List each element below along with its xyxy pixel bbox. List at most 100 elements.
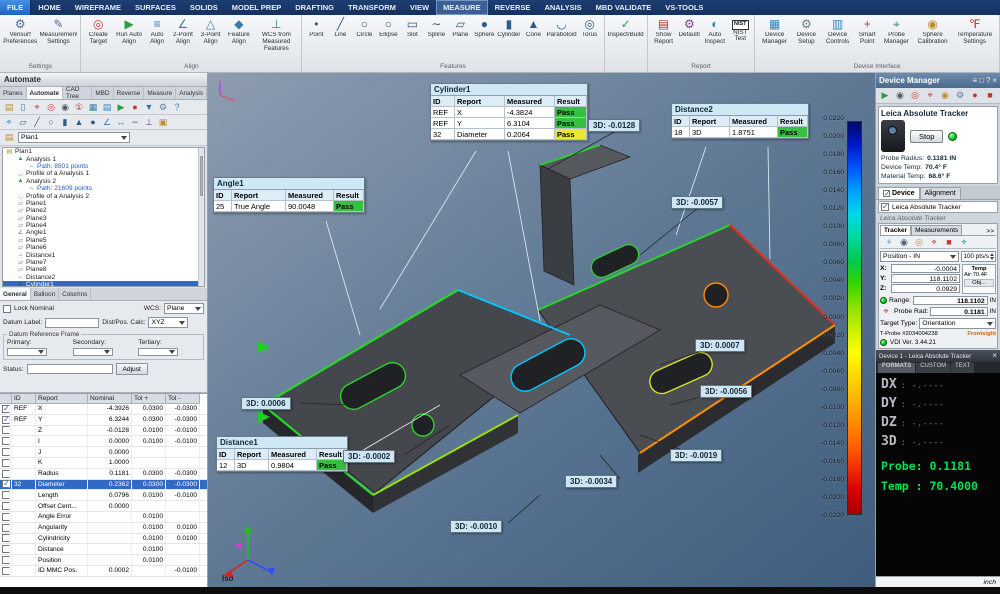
tolerance-table-row[interactable]: REF X -4.3926 0.0300 -0.0300 — [0, 404, 207, 415]
row-checkbox[interactable] — [2, 513, 10, 521]
row-checkbox[interactable] — [2, 426, 10, 434]
row-checkbox[interactable] — [2, 416, 10, 424]
tolerance-table-row[interactable]: REF Y 6.3244 0.0300 -0.0300 — [0, 415, 207, 426]
tolerance-table-row[interactable]: Position 0.0100 — [0, 555, 207, 566]
menu-tab[interactable]: TRANSFORM — [341, 0, 403, 15]
dm-tab[interactable]: Alignment — [920, 187, 961, 199]
stop-button[interactable]: Stop — [910, 130, 943, 143]
ribbon-button[interactable]: ▲Cone — [521, 16, 545, 62]
dm-tab[interactable]: Device — [878, 187, 920, 199]
toolbar-icon[interactable]: ⚙ — [157, 103, 169, 112]
ribbon-button[interactable]: NISTNIST Test — [728, 16, 752, 62]
panel-tab[interactable]: MBD — [92, 87, 113, 99]
callout-angle1[interactable]: Angle1 IDReportMeasuredResult 25True Ang… — [213, 177, 365, 213]
toolbar-icon[interactable]: ? — [171, 103, 183, 112]
toolbar-icon[interactable]: ◉ — [59, 103, 71, 112]
menu-tab[interactable]: DRAFTING — [288, 0, 341, 15]
toolbar-icon[interactable]: ∠ — [101, 118, 113, 127]
device-list-item[interactable]: Leica Absolute Tracker — [879, 202, 997, 212]
panel-tab[interactable]: CAD Tree — [63, 87, 92, 99]
tolerance-table-row[interactable]: Z -0.0128 0.0100 -0.0100 — [0, 426, 207, 437]
ribbon-button[interactable]: ℉Temperature Settings — [952, 16, 997, 62]
toolbar-icon[interactable]: ▦ — [87, 103, 99, 112]
toolbar-icon[interactable]: ⊥ — [143, 118, 155, 127]
ribbon-button[interactable]: ◡Paraboloid — [545, 16, 577, 62]
titlebar-icon[interactable]: × — [992, 77, 997, 85]
ribbon-button[interactable]: ◉Sphere Calibration — [913, 16, 952, 62]
tracker-subtab[interactable]: Tracker — [880, 225, 911, 235]
menu-tab[interactable]: MODEL PREP — [225, 0, 288, 15]
tracker-tool-icon[interactable]: ⌖ — [958, 238, 970, 247]
toolbar-icon[interactable]: ▱ — [17, 118, 29, 127]
row-checkbox[interactable] — [2, 480, 10, 488]
detail-tab[interactable]: General — [0, 288, 31, 300]
ribbon-button[interactable]: ✎Measurement Settings — [38, 16, 78, 62]
secondary-datum-select[interactable] — [73, 348, 113, 356]
tree-item[interactable]: ∼Path: 21609 points — [3, 185, 204, 192]
ribbon-button[interactable]: ▦Device Manager — [757, 16, 792, 62]
menu-tab[interactable]: VIEW — [403, 0, 436, 15]
ribbon-button[interactable]: ○Ellipse — [376, 16, 400, 62]
toolbar-icon[interactable]: ◎ — [45, 103, 57, 112]
viewport-3d[interactable]: Cylinder1 IDReportMeasuredResult REFX-4.… — [208, 73, 875, 587]
dm-toolbar-icon[interactable]: ⚙ — [954, 91, 966, 100]
dro-tab[interactable]: FORMATS — [878, 363, 915, 373]
ribbon-button[interactable]: ▭Slot — [400, 16, 424, 62]
toolbar-icon[interactable]: ○ — [45, 118, 57, 127]
tolerance-table-row[interactable]: Distance 0.0100 — [0, 544, 207, 555]
tree-item[interactable]: ↔Distance2 — [3, 274, 204, 281]
toolbar-icon[interactable]: ▣ — [157, 118, 169, 127]
row-checkbox[interactable] — [2, 545, 10, 553]
dro-tab[interactable]: TEXT — [951, 363, 974, 373]
toolbar-icon[interactable]: ⌖ — [31, 103, 43, 112]
tracker-subtab[interactable]: Measurements — [911, 225, 962, 235]
tree-item[interactable]: ▱Plane7 — [3, 259, 204, 266]
tree-scrollbar[interactable] — [198, 148, 204, 286]
ribbon-button[interactable]: ✓Inspect/Build — [607, 16, 645, 62]
deviation-label[interactable]: 3D: 0.0007 — [695, 339, 745, 352]
ribbon-button[interactable]: ╱Line — [328, 16, 352, 62]
callout-cylinder1[interactable]: Cylinder1 IDReportMeasuredResult REFX-4.… — [430, 83, 588, 141]
titlebar-icon[interactable]: ≡ — [972, 77, 977, 85]
dm-toolbar-icon[interactable]: ◉ — [939, 91, 951, 100]
menu-tab[interactable]: MBD VALIDATE — [589, 0, 659, 15]
menu-tab[interactable]: FILE — [0, 0, 31, 15]
row-checkbox[interactable] — [2, 470, 10, 478]
tree-item[interactable]: ▱Plane3 — [3, 215, 204, 222]
deviation-label[interactable]: 3D: -0.0034 — [565, 475, 617, 488]
ribbon-button[interactable]: ◎Create Target — [83, 16, 113, 62]
panel-tab[interactable]: Reverse — [114, 87, 145, 99]
deviation-label[interactable]: 3D: 0.0006 — [241, 397, 291, 410]
tolerance-table-row[interactable]: Radius 0.1181 0.0300 -0.0300 — [0, 469, 207, 480]
panel-tab[interactable]: Planes — [0, 87, 27, 99]
dm-toolbar-icon[interactable]: ◎ — [909, 91, 921, 100]
ribbon-button[interactable]: ⚙Verisurf Preferences — [2, 16, 38, 62]
position-mode-select[interactable]: Position - IN — [880, 251, 959, 262]
dm-toolbar-icon[interactable]: ⌖ — [924, 91, 936, 100]
tracker-tool-icon[interactable]: ◉ — [898, 238, 910, 247]
target-type-select[interactable]: Orientation — [919, 318, 996, 329]
menu-tab[interactable]: SOLIDS — [183, 0, 225, 15]
tolerance-table-row[interactable]: K 1.0000 — [0, 458, 207, 469]
toolbar-icon[interactable]: ╱ — [31, 118, 43, 127]
distpos-select[interactable]: XYZ — [148, 317, 188, 328]
status-input[interactable] — [27, 364, 113, 374]
panel-tab[interactable]: Measure — [144, 87, 176, 99]
panel-tab[interactable]: Analysis — [176, 87, 207, 99]
toolbar-icon[interactable]: ↔ — [115, 118, 127, 127]
ribbon-button[interactable]: ▶Run Auto Align — [113, 16, 145, 62]
toolbar-icon[interactable]: ▶ — [115, 103, 127, 112]
titlebar-icon[interactable]: ? — [986, 77, 990, 85]
tolerance-table-row[interactable]: Length 0.0796 0.0100 -0.0100 — [0, 490, 207, 501]
toolbar-icon[interactable]: ▯ — [17, 103, 29, 112]
toolbar-icon[interactable]: ∼ — [129, 118, 141, 127]
menu-tab[interactable]: VS-TOOLS — [658, 0, 710, 15]
tree-item[interactable]: ∼Path: 8501 points — [3, 163, 204, 170]
row-checkbox[interactable] — [2, 437, 10, 445]
callout-distance2[interactable]: Distance2 IDReportMeasuredResult 183D1.8… — [671, 103, 809, 139]
tolerance-table-row[interactable]: J 0.0000 — [0, 447, 207, 458]
tolerance-table-row[interactable]: I 0.0000 0.0100 -0.0100 — [0, 436, 207, 447]
ribbon-button[interactable]: ◆Feature Align — [224, 16, 253, 62]
row-checkbox[interactable] — [2, 459, 10, 467]
tree-item[interactable]: ▱Plane5 — [3, 237, 204, 244]
